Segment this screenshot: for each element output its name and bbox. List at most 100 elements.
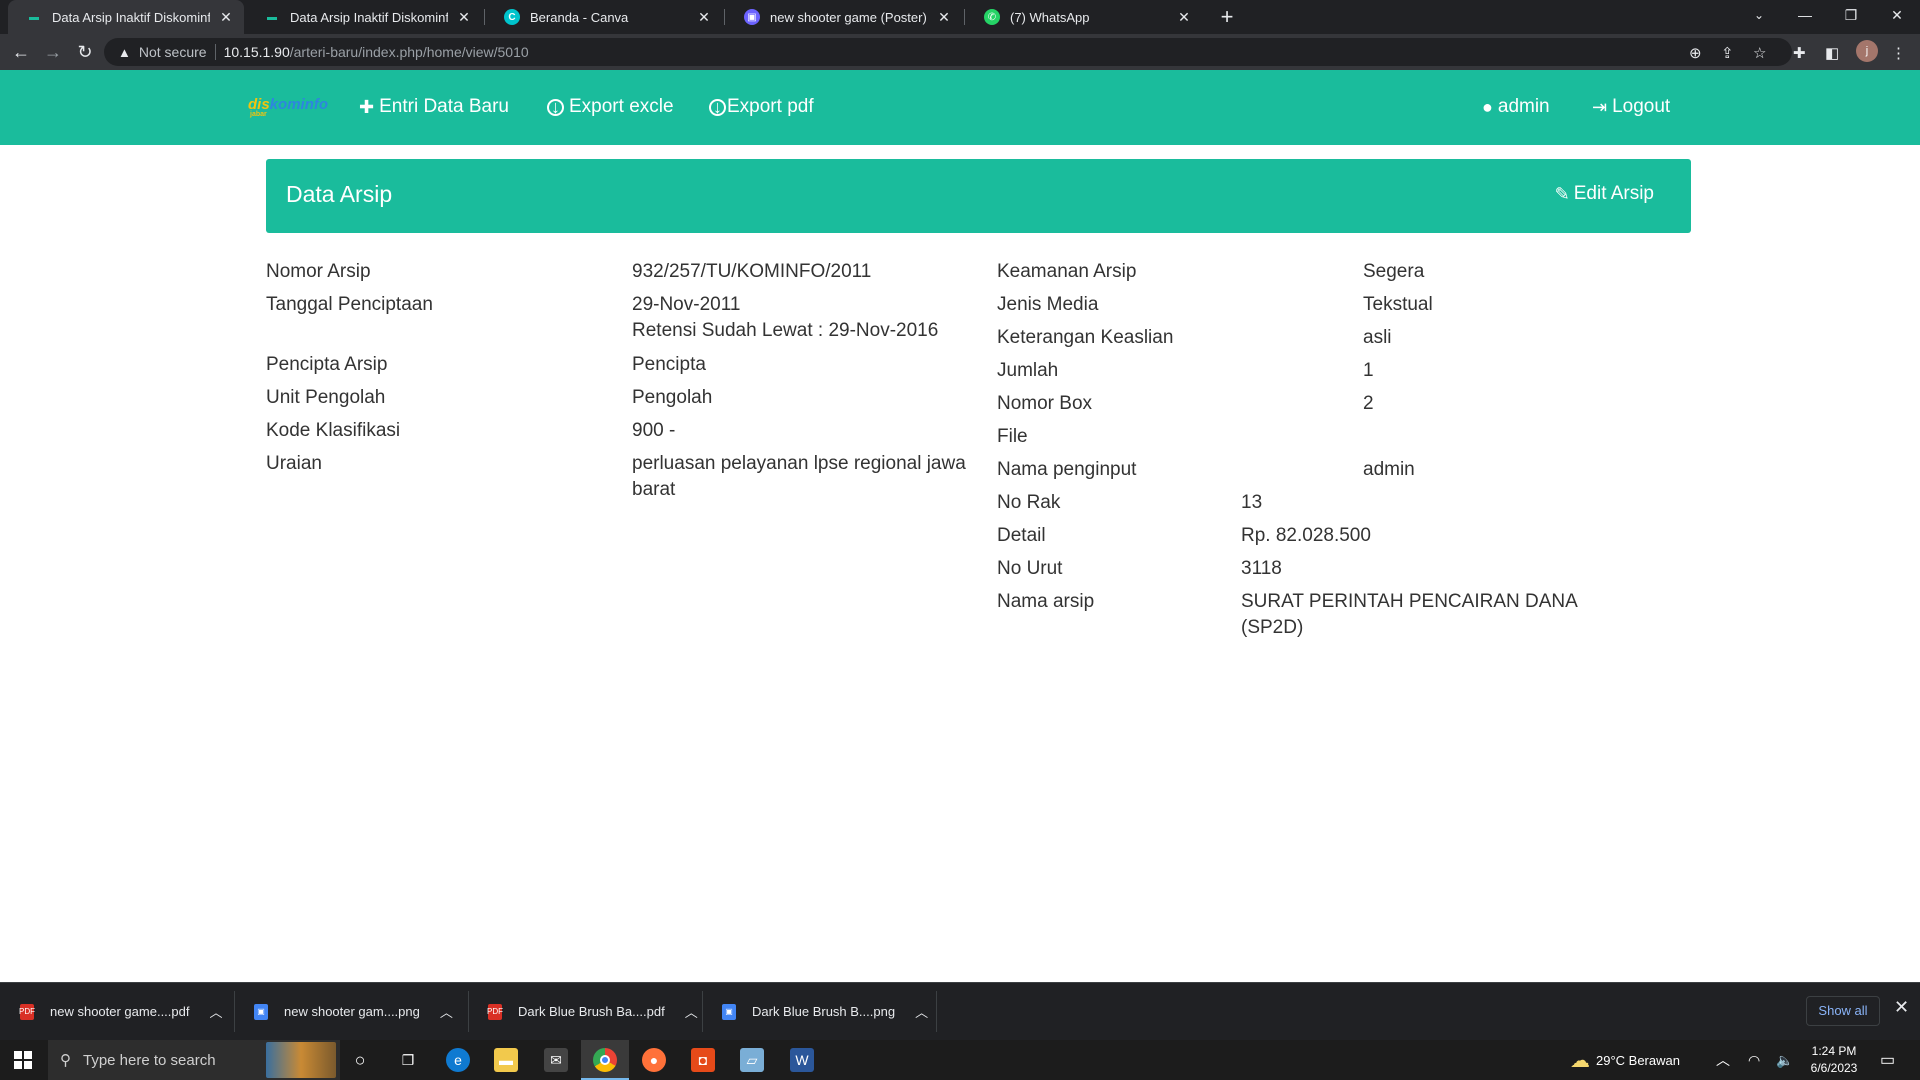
export-excel-link[interactable]: ↓ Export excle bbox=[547, 96, 674, 118]
logout-link[interactable]: ⇥ Logout bbox=[1592, 96, 1670, 118]
minimize-icon[interactable]: — bbox=[1782, 0, 1828, 30]
download-circle-icon: ↓ bbox=[709, 98, 726, 116]
user-link[interactable]: ● admin bbox=[1482, 96, 1550, 118]
tab-separator bbox=[964, 9, 965, 25]
close-icon[interactable]: ✕ bbox=[456, 9, 472, 26]
entri-data-baru-link[interactable]: ✚ Entri Data Baru bbox=[359, 96, 509, 118]
chevron-up-icon[interactable]: ︿ bbox=[915, 1002, 928, 1021]
download-name: Dark Blue Brush B....png bbox=[752, 1004, 896, 1019]
download-item[interactable]: PDF Dark Blue Brush Ba....pdf ︿ bbox=[468, 983, 700, 1040]
file-explorer-icon[interactable]: ▬ bbox=[494, 1048, 518, 1072]
close-icon[interactable]: ✕ bbox=[1894, 997, 1909, 1018]
windows-start-icon[interactable] bbox=[14, 1051, 32, 1069]
close-icon[interactable]: ✕ bbox=[218, 9, 234, 26]
task-view-icon[interactable]: ❐ bbox=[396, 1048, 420, 1072]
download-item[interactable]: ▣ Dark Blue Brush B....png ︿ bbox=[702, 983, 934, 1040]
tab-title: Data Arsip Inaktif Diskominfo Jaw bbox=[290, 9, 448, 25]
office-icon[interactable]: ◘ bbox=[691, 1048, 715, 1072]
field-label-keterangan-keaslian: Keterangan Keaslian bbox=[997, 327, 1174, 348]
firefox-icon[interactable]: ● bbox=[642, 1048, 666, 1072]
security-label[interactable]: Not secure bbox=[139, 44, 207, 60]
field-value-jenis-media: Tekstual bbox=[1363, 294, 1433, 315]
cortana-icon[interactable]: ○ bbox=[348, 1048, 372, 1072]
pdf-file-icon: PDF bbox=[487, 1003, 503, 1020]
restore-icon[interactable]: ❐ bbox=[1828, 0, 1874, 30]
field-value-nama-arsip: SURAT PERINTAH PENCAIRAN DANA bbox=[1241, 591, 1578, 612]
zoom-icon[interactable]: ⊕ bbox=[1689, 44, 1702, 62]
side-panel-icon[interactable]: ◧ bbox=[1825, 44, 1839, 62]
whatsapp-icon: ✆ bbox=[984, 9, 1000, 25]
volume-icon[interactable]: 🔈 bbox=[1776, 1040, 1793, 1080]
warning-icon[interactable]: ▲ bbox=[118, 45, 131, 60]
browser-tab[interactable]: ▬ Data Arsip Inaktif Diskominfo Jaw ✕ bbox=[246, 0, 482, 34]
tab-search-icon[interactable]: ⌄ bbox=[1736, 0, 1782, 30]
profile-avatar[interactable]: j bbox=[1856, 40, 1878, 62]
taskbar-search[interactable]: ⚲ Type here to search bbox=[48, 1040, 340, 1080]
system-clock[interactable]: 1:24 PM 6/6/2023 bbox=[1798, 1043, 1870, 1077]
chevron-up-icon[interactable]: ︿ bbox=[209, 1002, 222, 1021]
export-pdf-link[interactable]: ↓ Export pdf bbox=[709, 96, 814, 118]
browser-tab[interactable]: C Beranda - Canva ✕ bbox=[486, 0, 722, 34]
weather-widget[interactable]: ☁ 29°C Berawan bbox=[1570, 1040, 1680, 1080]
logout-label: Logout bbox=[1612, 96, 1671, 117]
site-logo[interactable]: diskominfo jabar bbox=[248, 96, 329, 118]
extensions-icon[interactable]: ✚ bbox=[1793, 44, 1806, 62]
edit-arsip-button[interactable]: ✎ Edit Arsip bbox=[1555, 183, 1654, 205]
close-icon[interactable]: ✕ bbox=[936, 9, 952, 26]
browser-tab[interactable]: ▣ new shooter game (Poster) - Post ✕ bbox=[726, 0, 962, 34]
notification-icon[interactable]: ▭ bbox=[1880, 1040, 1895, 1080]
chevron-up-icon[interactable]: ︿ bbox=[685, 1002, 698, 1021]
field-label-nama-arsip: Nama arsip bbox=[997, 591, 1095, 612]
chrome-icon[interactable] bbox=[593, 1048, 617, 1072]
page-title: Data Arsip bbox=[286, 181, 393, 207]
field-label-unit-pengolah: Unit Pengolah bbox=[266, 387, 386, 408]
close-icon[interactable]: ✕ bbox=[696, 9, 712, 26]
image-file-icon: ▣ bbox=[254, 1003, 268, 1020]
forward-icon[interactable]: → bbox=[41, 40, 65, 64]
field-value-no-rak: 13 bbox=[1241, 492, 1263, 513]
field-label-nomor-arsip: Nomor Arsip bbox=[266, 261, 371, 282]
mail-icon[interactable]: ✉ bbox=[544, 1048, 568, 1072]
entri-label: Entri Data Baru bbox=[379, 96, 509, 117]
menu-icon[interactable]: ⋮ bbox=[1891, 44, 1906, 62]
clock-date: 6/6/2023 bbox=[1810, 1061, 1858, 1075]
tab-separator bbox=[724, 9, 725, 25]
browser-tab[interactable]: ✆ (7) WhatsApp ✕ bbox=[966, 0, 1202, 34]
field-value-keamanan-arsip: Segera bbox=[1363, 261, 1425, 282]
field-value-pencipta-arsip: Pencipta bbox=[632, 354, 706, 375]
bookmark-star-icon[interactable]: ☆ bbox=[1753, 44, 1766, 62]
export-pdf-label: Export pdf bbox=[727, 96, 814, 117]
url-host: 10.15.1.90 bbox=[223, 44, 290, 60]
field-value-jumlah: 1 bbox=[1363, 360, 1374, 381]
download-item[interactable]: PDF new shooter game....pdf ︿ bbox=[0, 983, 232, 1040]
field-value-nomor-arsip: 932/257/TU/KOMINFO/2011 bbox=[632, 261, 872, 282]
reload-icon[interactable]: ↻ bbox=[73, 40, 97, 64]
logo-text-2: kominfo bbox=[269, 96, 329, 113]
browser-tab[interactable]: ▬ Data Arsip Inaktif Diskominfo Jaw ✕ bbox=[8, 0, 244, 34]
chevron-up-icon[interactable]: ︿ bbox=[440, 1002, 453, 1021]
divider bbox=[936, 991, 937, 1032]
tab-title: new shooter game (Poster) - Post bbox=[770, 9, 928, 25]
network-icon[interactable]: ◠ bbox=[1748, 1040, 1760, 1080]
back-icon[interactable]: ← bbox=[9, 40, 33, 64]
window-close-icon[interactable]: ✕ bbox=[1874, 0, 1920, 30]
field-label-keamanan-arsip: Keamanan Arsip bbox=[997, 261, 1137, 282]
edge-icon[interactable]: e bbox=[446, 1048, 470, 1072]
download-shelf: PDF new shooter game....pdf ︿ ▣ new shoo… bbox=[0, 982, 1920, 1040]
address-bar[interactable]: ▲ Not secure 10.15.1.90 /arteri-baru/ind… bbox=[104, 38, 1792, 66]
download-item[interactable]: ▣ new shooter gam....png ︿ bbox=[234, 983, 466, 1040]
notes-icon[interactable]: ▱ bbox=[740, 1048, 764, 1072]
field-value-nomor-box: 2 bbox=[1363, 393, 1374, 414]
show-all-button[interactable]: Show all bbox=[1806, 996, 1880, 1026]
new-tab-icon[interactable]: + bbox=[1214, 4, 1240, 30]
weather-text: 29°C Berawan bbox=[1596, 1052, 1680, 1068]
close-icon[interactable]: ✕ bbox=[1176, 9, 1192, 26]
pdf-file-icon: PDF bbox=[19, 1003, 35, 1020]
word-icon[interactable]: W bbox=[790, 1048, 814, 1072]
logout-icon: ⇥ bbox=[1592, 96, 1608, 117]
chevron-up-icon[interactable]: ︿ bbox=[1716, 1040, 1730, 1080]
image-file-icon: ▣ bbox=[722, 1003, 736, 1020]
pencil-icon: ✎ bbox=[1554, 183, 1570, 204]
share-icon[interactable]: ⇪ bbox=[1721, 44, 1734, 62]
postermywall-icon: ▣ bbox=[744, 9, 760, 25]
